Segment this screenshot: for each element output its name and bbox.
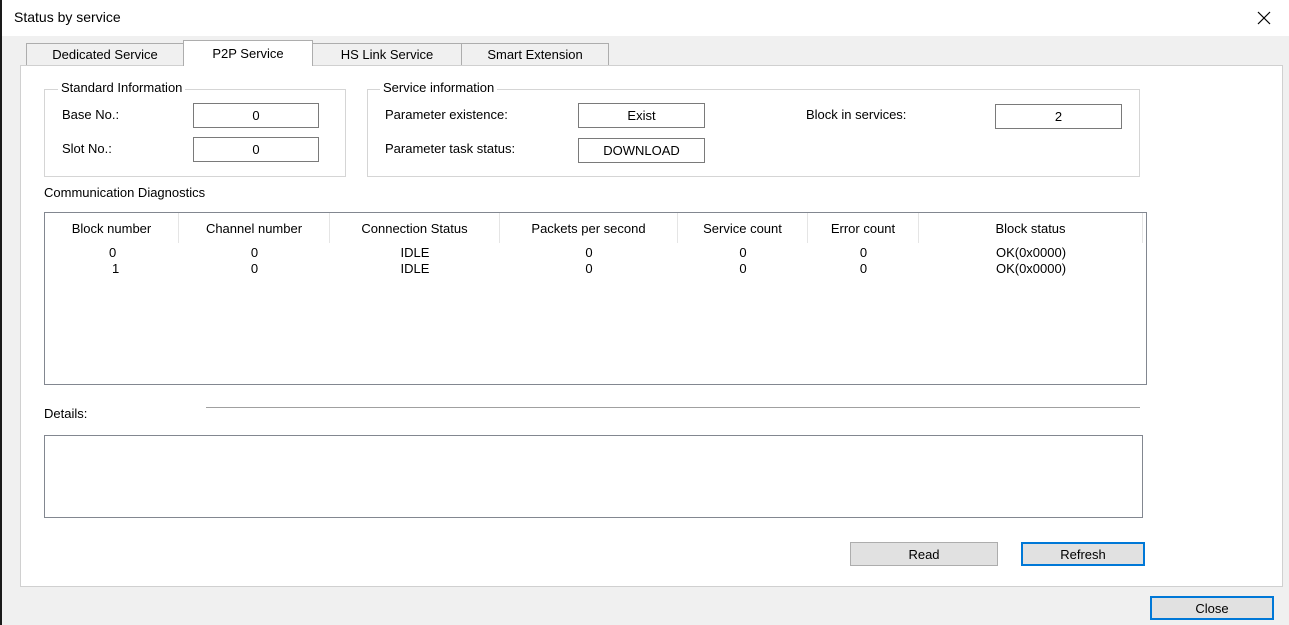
column-header[interactable]: Block status (919, 213, 1143, 243)
parameter-existence-label: Parameter existence: (385, 107, 508, 122)
table-cell: IDLE (400, 260, 430, 276)
base-no-field: 0 (193, 103, 319, 128)
table-cell: OK(0x0000) (995, 244, 1067, 260)
read-button[interactable]: Read (850, 542, 998, 566)
details-divider (206, 407, 1140, 408)
table-cell: 0 (739, 244, 747, 260)
refresh-button[interactable]: Refresh (1021, 542, 1145, 566)
column-header[interactable]: Packets per second (500, 213, 678, 243)
tab-p2p-service[interactable]: P2P Service (183, 40, 313, 66)
table-cell: 0 (585, 244, 593, 260)
window-title: Status by service (14, 9, 121, 25)
column-header[interactable]: Connection Status (330, 213, 500, 243)
window-edge (0, 0, 2, 625)
parameter-task-status-label: Parameter task status: (385, 141, 516, 156)
diagnostics-list[interactable]: Block number Channel number Connection S… (44, 212, 1147, 385)
table-cell: OK(0x0000) (995, 260, 1067, 276)
details-label: Details: (44, 406, 88, 421)
tab-label: HS Link Service (340, 47, 434, 62)
block-in-services-field: 2 (995, 104, 1122, 129)
table-cell: IDLE (400, 244, 430, 260)
table-cell: 0 (739, 260, 747, 276)
details-textbox[interactable] (44, 435, 1143, 518)
table-cell: 0 (859, 244, 868, 260)
table-row[interactable]: 1 0 IDLE 0 0 0 OK(0x0000) (45, 260, 1146, 276)
table-cell: 0 (250, 244, 259, 260)
close-icon (1257, 11, 1271, 25)
column-header[interactable]: Service count (678, 213, 808, 243)
parameter-existence-field: Exist (578, 103, 705, 128)
service-information-group (367, 89, 1140, 177)
table-cell: 0 (250, 260, 259, 276)
tab-smart-extension[interactable]: Smart Extension (461, 43, 609, 65)
column-header[interactable]: Channel number (179, 213, 330, 243)
title-bar: Status by service (2, 0, 1289, 36)
close-window-button[interactable] (1247, 2, 1281, 34)
tab-hs-link-service[interactable]: HS Link Service (312, 43, 462, 65)
tab-label: Smart Extension (487, 47, 583, 62)
table-row[interactable]: 0 0 IDLE 0 0 0 OK(0x0000) (45, 244, 1146, 260)
tab-label: P2P Service (212, 46, 284, 61)
list-header: Block number Channel number Connection S… (45, 213, 1146, 243)
slot-no-field: 0 (193, 137, 319, 162)
column-header[interactable]: Block number (45, 213, 179, 243)
column-header[interactable]: Error count (808, 213, 919, 243)
base-no-label: Base No.: (62, 107, 120, 122)
table-cell: 0 (585, 260, 593, 276)
parameter-task-status-field: DOWNLOAD (578, 138, 705, 163)
tab-label: Dedicated Service (52, 47, 158, 62)
tab-dedicated-service[interactable]: Dedicated Service (26, 43, 184, 65)
close-button[interactable]: Close (1150, 596, 1274, 620)
block-in-services-label: Block in services: (806, 107, 907, 122)
standard-information-legend: Standard Information (58, 80, 186, 95)
communication-diagnostics-label: Communication Diagnostics (44, 185, 206, 200)
slot-no-label: Slot No.: (62, 141, 112, 156)
service-information-legend: Service information (380, 80, 498, 95)
table-cell: 0 (859, 260, 868, 276)
